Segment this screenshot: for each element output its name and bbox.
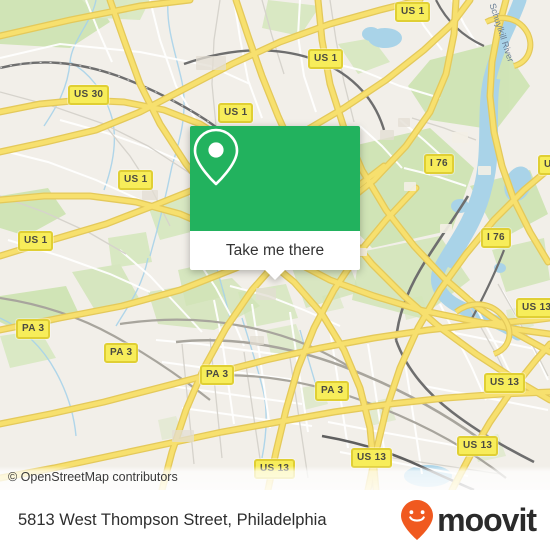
take-me-there-label: Take me there	[225, 241, 325, 259]
road-shield: US 13	[516, 298, 550, 318]
road-shield: US 13	[351, 448, 393, 468]
road-shield: US 1	[218, 103, 254, 123]
road-shield: US 1	[118, 170, 154, 190]
moovit-logo[interactable]: moovit	[400, 499, 537, 541]
road-shield: I 76	[481, 228, 511, 248]
popup-header	[190, 126, 360, 231]
road-shield: PA 3	[200, 365, 235, 385]
road-shield: PA 3	[315, 381, 350, 401]
bottom-bar: 5813 West Thompson Street, Philadelphia …	[0, 490, 550, 550]
road-shield: US 1	[538, 155, 550, 175]
moovit-wordmark: moovit	[437, 502, 537, 538]
road-shield: US 1	[18, 231, 54, 251]
moovit-pin-smiley-icon	[401, 500, 434, 540]
address-label: 5813 West Thompson Street, Philadelphia	[18, 510, 327, 529]
road-shield: US 30	[68, 85, 110, 105]
road-shield: PA 3	[104, 343, 139, 363]
map-pin-icon	[193, 128, 239, 186]
popup-tail	[264, 269, 286, 280]
location-popup[interactable]: Take me there	[190, 126, 360, 280]
road-shield: US 13	[484, 373, 526, 393]
road-shield: PA 3	[16, 319, 51, 339]
road-shield: US 13	[457, 436, 499, 456]
map-attribution: © OpenStreetMap contributors	[0, 466, 550, 490]
take-me-there-button[interactable]: Take me there	[190, 231, 360, 280]
road-shield: US 1	[308, 49, 344, 69]
road-shield: US 1	[395, 2, 431, 22]
road-shield: I 76	[424, 154, 454, 174]
map-canvas[interactable]: US 1 US 1 US 30 US 1 US 1 I 76 US 1 US 1 I 76 US …	[0, 0, 550, 490]
map-screenshot: US 1 US 1 US 30 US 1 US 1 I 76 US 1 US 1 I 76 US …	[0, 0, 550, 550]
